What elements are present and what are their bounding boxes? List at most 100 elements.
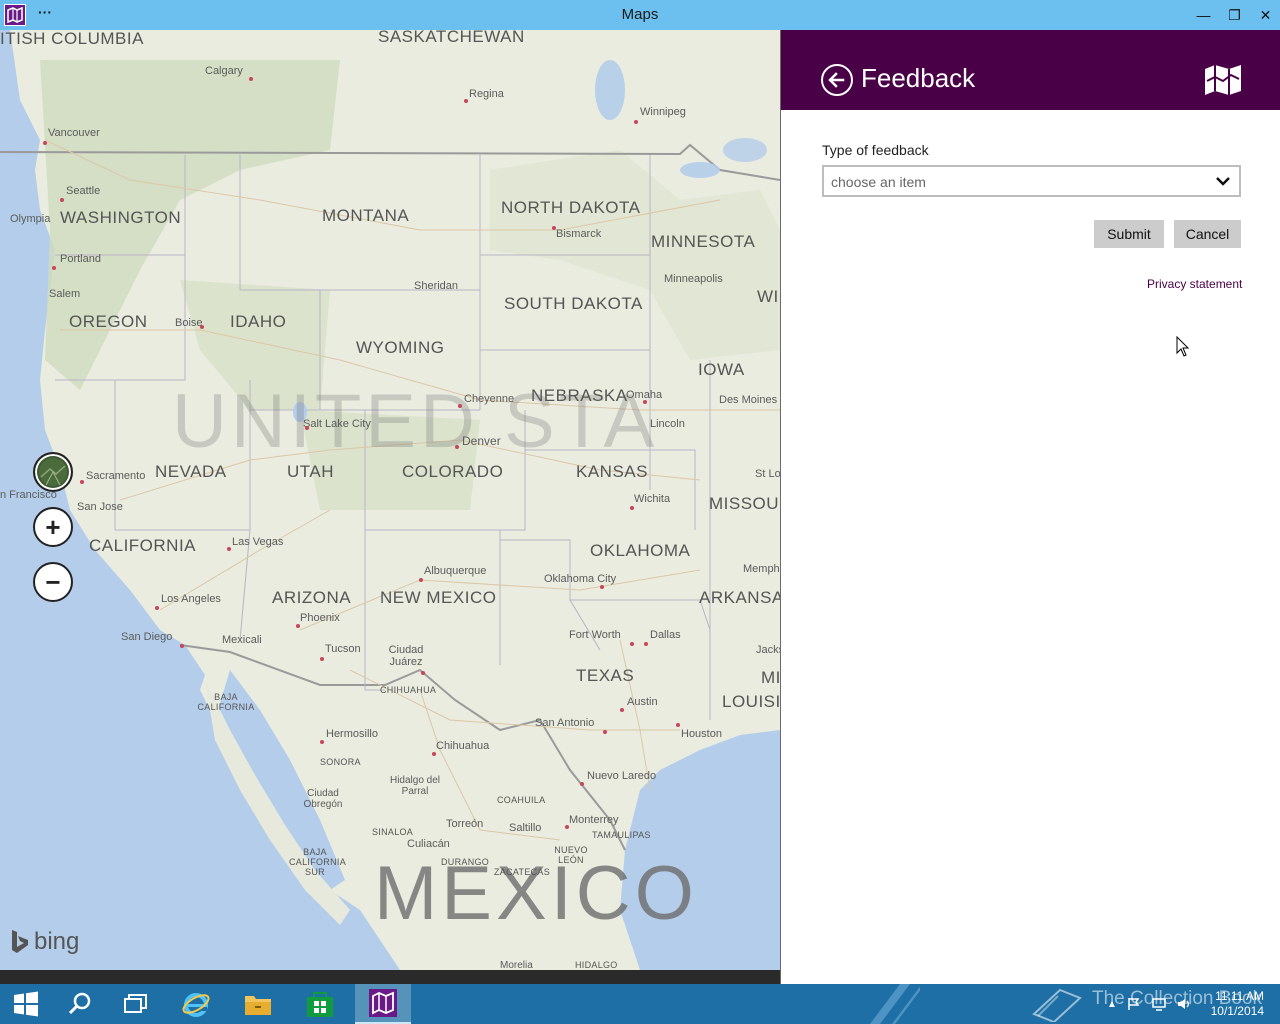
state-label: MONTANA <box>322 206 410 225</box>
clock[interactable]: 11:11 AM 10/1/2014 <box>1211 989 1264 1019</box>
state-label: NORTH DAKOTA <box>501 198 641 217</box>
city-label: Phoenix <box>300 612 340 624</box>
state-label: MI <box>761 668 780 687</box>
system-tray <box>1030 984 1085 1024</box>
map-canvas[interactable]: UNITED STA MEXICO SASKATCHEWAN ITISH COL… <box>0 30 780 970</box>
book-icon <box>1032 988 1082 1022</box>
maps-taskbar-button[interactable] <box>355 984 411 1024</box>
select-value: choose an item <box>831 174 926 190</box>
privacy-statement-link[interactable]: Privacy statement <box>1147 277 1242 291</box>
city-label: Mexicali <box>222 634 262 646</box>
city-label: Memph <box>743 563 780 575</box>
city-label: Torreón <box>446 818 484 830</box>
city-dot <box>305 426 309 430</box>
region-label: BAJA CALIFORNIA <box>197 692 255 712</box>
show-hidden-icons-icon[interactable]: ▲ <box>1107 999 1117 1010</box>
city-dot <box>552 226 556 230</box>
state-label: TEXAS <box>576 666 635 685</box>
feedback-type-select[interactable]: choose an item <box>822 165 1241 197</box>
submit-button[interactable]: Submit <box>1094 220 1164 248</box>
city-label: Tucson <box>325 643 361 655</box>
back-button[interactable] <box>821 64 853 96</box>
city-dot <box>155 606 159 610</box>
action-center-flag-icon[interactable] <box>1127 997 1141 1011</box>
title-bar: ··· Maps — ❐ ✕ <box>0 0 1280 30</box>
city-label: Des Moines <box>719 394 778 406</box>
tray-icons: ▲ <box>1107 984 1193 1024</box>
file-explorer-button[interactable] <box>232 984 284 1024</box>
chevron-down-icon <box>1216 177 1230 186</box>
province-label: ITISH COLUMBIA <box>0 30 144 48</box>
city-label: Portland <box>60 253 101 265</box>
network-icon[interactable] <box>1151 997 1167 1011</box>
city-dot <box>603 730 607 734</box>
state-label: ARIZONA <box>272 588 352 607</box>
mouse-cursor-icon <box>1176 336 1190 357</box>
taskbar: The Collection Book ▲ 11:11 AM 10/1/2014 <box>0 984 1280 1024</box>
window-title: Maps <box>621 6 659 23</box>
city-dot <box>464 99 468 103</box>
restore-icon: ❐ <box>1228 6 1241 23</box>
state-label: UTAH <box>287 462 335 481</box>
city-label: Salt Lake City <box>303 418 371 430</box>
city-label: Salem <box>49 288 81 300</box>
start-button[interactable] <box>0 984 52 1024</box>
city-label: San Jose <box>77 501 123 513</box>
start-icon <box>14 991 38 1017</box>
city-label: Minneapolis <box>664 273 723 285</box>
city-label: Monterrey <box>569 814 619 826</box>
flyout-header: Feedback <box>781 30 1280 110</box>
city-dot <box>634 120 638 124</box>
city-label: Morelia <box>500 960 533 970</box>
minimize-button[interactable]: — <box>1188 0 1219 30</box>
back-arrow-icon <box>828 72 845 88</box>
state-label: MISSOUR <box>709 494 780 513</box>
city-label: St Lo <box>755 468 780 480</box>
city-label: San Diego <box>121 631 173 643</box>
clock-date: 10/1/2014 <box>1210 1004 1264 1018</box>
bing-label: bing <box>34 928 80 955</box>
city-label: Albuquerque <box>424 565 487 577</box>
city-dot <box>43 141 47 145</box>
region-label: ZACATECAS <box>494 867 551 877</box>
plus-icon: + <box>45 511 61 542</box>
state-label: OREGON <box>69 312 148 331</box>
cancel-button[interactable]: Cancel <box>1174 220 1241 248</box>
city-label: Hermosillo <box>326 728 378 740</box>
search-button[interactable] <box>54 984 106 1024</box>
city-label: Seattle <box>66 185 101 197</box>
close-button[interactable]: ✕ <box>1250 0 1280 30</box>
city-label: Culiacán <box>407 838 450 850</box>
city-dot <box>320 740 324 744</box>
map-style-button[interactable] <box>33 452 73 492</box>
zoom-in-button[interactable]: + <box>33 507 73 547</box>
region-label: HIDALGO <box>575 960 618 970</box>
city-dot <box>180 644 184 648</box>
task-view-button[interactable] <box>110 984 162 1024</box>
bing-logo: bing <box>10 928 79 956</box>
zoom-out-button[interactable]: − <box>33 562 73 602</box>
city-dot <box>455 445 459 449</box>
store-button[interactable] <box>294 984 346 1024</box>
state-label: IDAHO <box>230 312 287 331</box>
feedback-type-label: Type of feedback <box>822 142 929 158</box>
city-label: Regina <box>469 88 504 100</box>
restore-button[interactable]: ❐ <box>1219 0 1250 30</box>
state-label: WYOMING <box>356 338 445 357</box>
city-label: Nuevo Laredo <box>587 770 657 782</box>
city-dot <box>320 657 324 661</box>
city-dot <box>296 624 300 628</box>
city-label: Saltillo <box>509 822 542 834</box>
state-label: CALIFORNIA <box>89 536 197 555</box>
city-label: Dallas <box>650 629 681 641</box>
internet-explorer-button[interactable] <box>170 984 222 1024</box>
region-label: SINALOA <box>372 827 414 837</box>
region-label: CHIHUAHUA <box>380 685 437 695</box>
city-dot <box>580 782 584 786</box>
city-label: Los Angeles <box>161 593 221 605</box>
volume-icon[interactable] <box>1177 997 1193 1011</box>
city-dot <box>227 547 231 551</box>
city-dot <box>419 578 423 582</box>
city-label: Ciudad Juárez <box>388 644 424 668</box>
state-label: SOUTH DAKOTA <box>504 294 643 313</box>
